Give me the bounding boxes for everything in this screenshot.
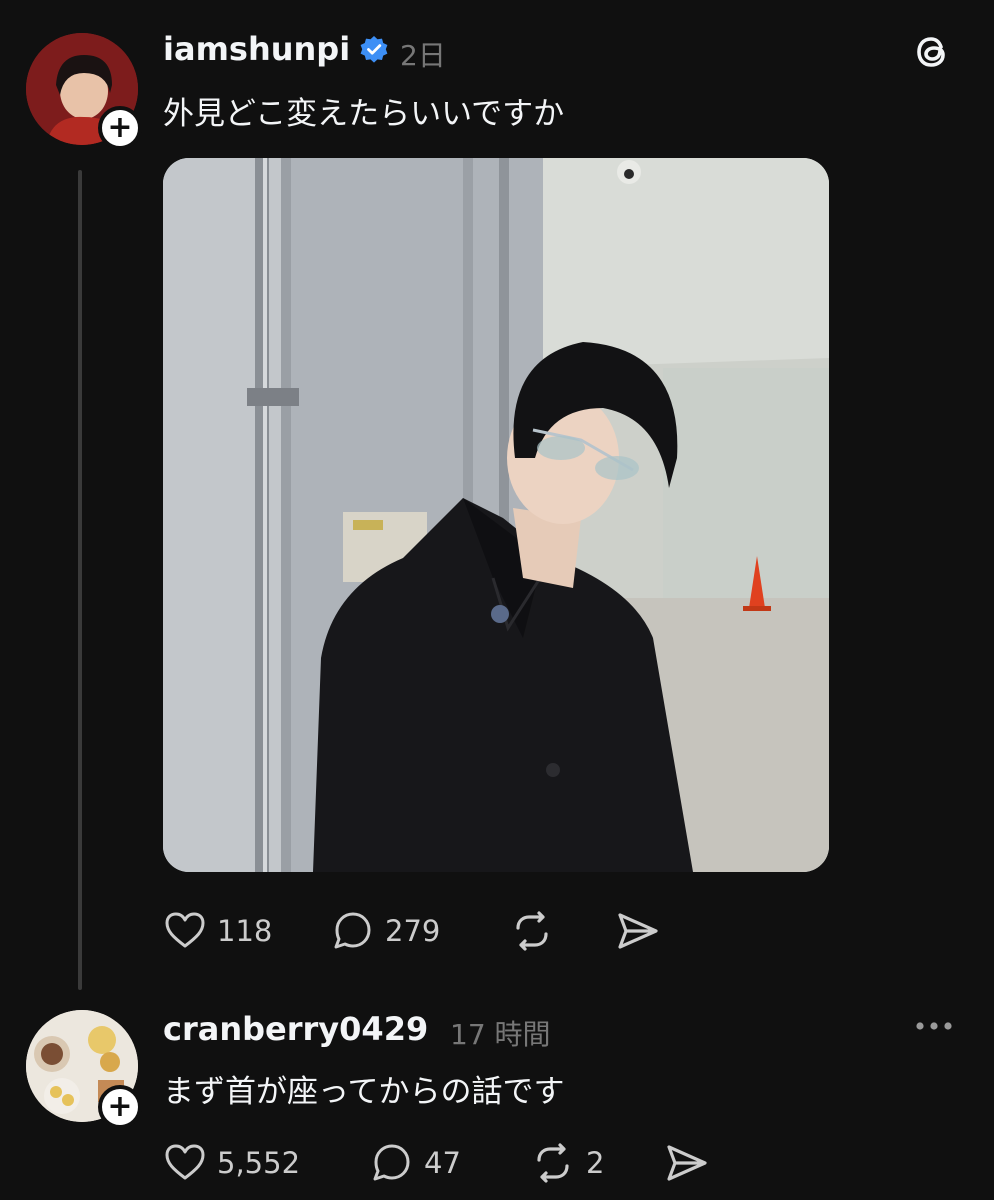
threads-logo-icon[interactable]: [910, 30, 954, 74]
reply-count: 47: [424, 1146, 461, 1180]
reply-text: まず首が座ってからの話です: [163, 1074, 565, 1110]
like-count: 118: [217, 914, 273, 948]
post-photo[interactable]: [163, 158, 829, 872]
reply-button[interactable]: 47: [370, 1140, 461, 1186]
heart-icon: [165, 912, 205, 948]
more-options-icon[interactable]: [912, 1014, 956, 1038]
reply-time: 17 時間: [450, 1018, 551, 1051]
comment-icon: [334, 912, 371, 949]
like-button[interactable]: 5,552: [163, 1140, 300, 1186]
repost-count: 2: [586, 1146, 605, 1180]
send-icon: [618, 913, 658, 949]
reply-count: 279: [385, 914, 441, 948]
repost-icon: [516, 911, 548, 951]
comment-icon: [373, 1144, 410, 1181]
repost-button[interactable]: [509, 908, 555, 954]
heart-icon: [165, 1144, 205, 1180]
share-button[interactable]: [664, 1140, 710, 1186]
repost-icon: [537, 1143, 569, 1183]
verified-badge-icon: [359, 35, 389, 65]
reply-username[interactable]: cranberry0429: [163, 1010, 428, 1048]
post-time: 2日: [400, 39, 446, 72]
reply-button[interactable]: 279: [331, 908, 440, 954]
repost-button[interactable]: 2: [530, 1140, 604, 1186]
send-icon: [667, 1145, 707, 1181]
share-button[interactable]: [615, 908, 661, 954]
like-button[interactable]: 118: [163, 908, 272, 954]
like-count: 5,552: [217, 1146, 301, 1180]
post-text: 外見どこ変えたらいいですか: [163, 96, 565, 132]
thread-line: [78, 170, 82, 990]
follow-plus-button[interactable]: +: [98, 1085, 142, 1129]
follow-plus-button[interactable]: +: [98, 106, 142, 150]
post-username[interactable]: iamshunpi: [163, 30, 350, 68]
